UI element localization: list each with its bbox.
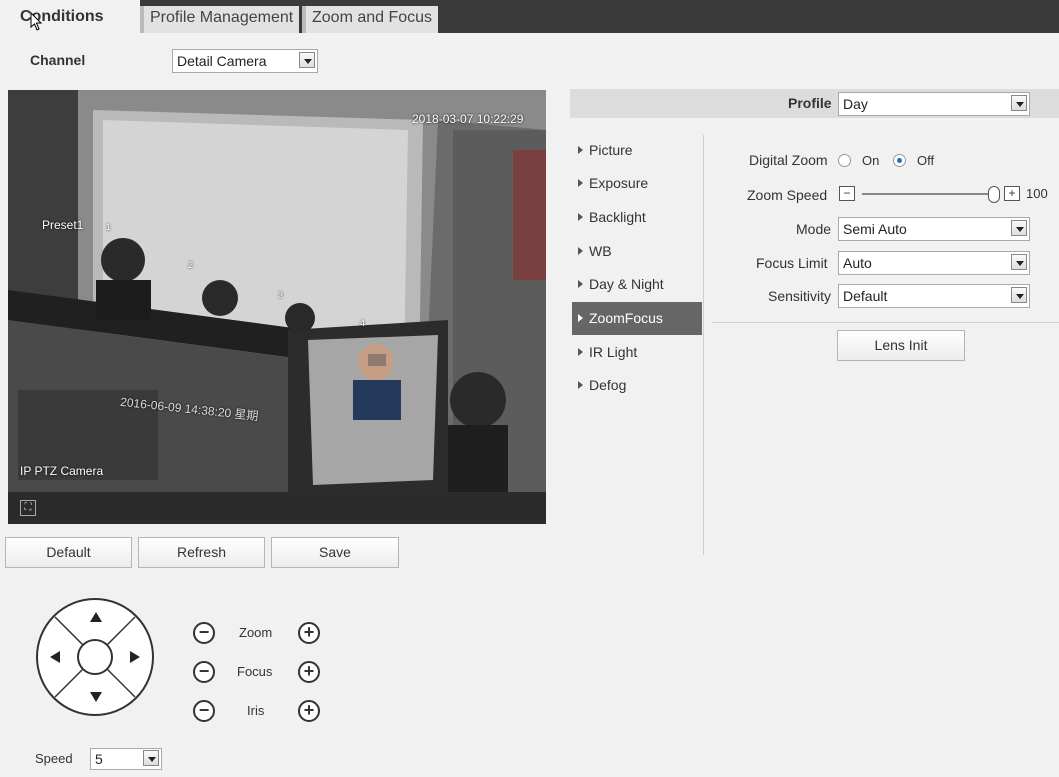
zoom-out-button[interactable]: − [193, 622, 215, 644]
video-marker: 1 [106, 222, 112, 232]
pan-down-icon[interactable] [90, 692, 102, 702]
chevron-down-icon [1011, 254, 1027, 270]
menu-item-label: IR Light [589, 344, 638, 360]
menu-item-day-night[interactable]: Day & Night [572, 268, 702, 301]
focus-plus-button[interactable]: + [298, 661, 320, 683]
lens-init-button[interactable]: Lens Init [837, 330, 965, 361]
refresh-button[interactable]: Refresh [138, 537, 265, 568]
save-button[interactable]: Save [271, 537, 399, 568]
menu-item-wb[interactable]: WB [572, 235, 702, 268]
digital-zoom-off-radio[interactable] [893, 154, 906, 167]
caret-right-icon [578, 348, 583, 356]
video-timestamp: 2018-03-07 10:22:29 [412, 112, 524, 126]
chevron-down-icon [143, 750, 159, 766]
video-marker: 3 [278, 290, 284, 300]
tab-bar: Conditions Profile Management Zoom and F… [0, 0, 1059, 33]
zoom-speed-slider-handle[interactable] [988, 186, 1000, 203]
sensitivity-select-value: Default [843, 288, 888, 304]
sensitivity-select[interactable]: Default [838, 284, 1030, 308]
profile-select-value: Day [843, 96, 868, 112]
channel-select-value: Detail Camera [177, 53, 267, 69]
video-frame-graphic [8, 90, 546, 492]
digital-zoom-on-label: On [862, 153, 880, 168]
focus-label: Focus [237, 664, 273, 679]
caret-right-icon [578, 247, 583, 255]
chevron-down-icon [299, 52, 315, 68]
zoom-speed-decrease-button[interactable]: − [839, 186, 855, 201]
pan-up-icon[interactable] [90, 612, 102, 622]
profile-label: Profile [788, 95, 832, 111]
digital-zoom-off-label: Off [917, 153, 935, 168]
pan-right-icon[interactable] [130, 651, 140, 663]
profile-select[interactable]: Day [838, 92, 1030, 116]
digital-zoom-label: Digital Zoom [749, 152, 828, 168]
menu-item-label: ZoomFocus [589, 310, 663, 326]
focus-limit-select-value: Auto [843, 255, 872, 271]
preset-label: Preset1 [42, 218, 84, 232]
menu-item-label: Day & Night [589, 276, 664, 292]
chevron-down-icon [1011, 95, 1027, 111]
caret-right-icon [578, 381, 583, 389]
tab-profile-management[interactable]: Profile Management [140, 6, 300, 33]
mode-select-value: Semi Auto [843, 221, 907, 237]
menu-item-defog[interactable]: Defog [572, 369, 702, 402]
iris-minus-button[interactable]: − [193, 700, 215, 722]
menu-item-label: Defog [589, 377, 627, 393]
speed-label: Speed [35, 751, 73, 766]
channel-label: Channel [30, 52, 86, 68]
tab-conditions[interactable]: Conditions [8, 0, 116, 33]
video-marker: 2 [188, 260, 194, 270]
caret-right-icon [578, 146, 583, 154]
iris-plus-button[interactable]: + [298, 700, 320, 722]
default-button[interactable]: Default [5, 537, 132, 568]
digital-zoom-on-radio[interactable] [838, 154, 851, 167]
menu-item-exposure[interactable]: Exposure [572, 167, 702, 200]
zoom-in-button[interactable]: + [298, 622, 320, 644]
iris-label: Iris [247, 703, 265, 718]
menu-item-picture[interactable]: Picture [572, 134, 702, 167]
menu-item-label: WB [589, 243, 612, 259]
zoom-label: Zoom [239, 625, 273, 640]
menu-item-label: Exposure [589, 175, 649, 191]
focus-limit-select[interactable]: Auto [838, 251, 1030, 275]
sensitivity-label: Sensitivity [768, 288, 832, 304]
settings-divider [712, 322, 1059, 323]
caret-right-icon [578, 280, 583, 288]
focus-limit-label: Focus Limit [756, 255, 828, 271]
mode-label: Mode [796, 221, 832, 237]
focus-minus-button[interactable]: − [193, 661, 215, 683]
menu-item-ir-light[interactable]: IR Light [572, 336, 702, 369]
video-marker: 4 [360, 318, 366, 328]
chevron-down-icon [1011, 287, 1027, 303]
speed-select-value: 5 [95, 751, 103, 767]
menu-item-zoomfocus[interactable]: ZoomFocus [572, 302, 702, 335]
caret-right-icon [578, 213, 583, 221]
caret-right-icon [578, 314, 583, 322]
fullscreen-icon[interactable]: ⛶ [20, 500, 36, 516]
chevron-down-icon [1011, 220, 1027, 236]
channel-select[interactable]: Detail Camera [172, 49, 318, 73]
caret-right-icon [578, 179, 583, 187]
pan-left-icon[interactable] [50, 651, 60, 663]
tab-zoom-and-focus[interactable]: Zoom and Focus [302, 6, 439, 33]
menu-item-label: Backlight [589, 209, 646, 225]
video-toolbar: ⛶ [8, 492, 546, 524]
zoom-speed-value: 100 [1026, 186, 1048, 201]
menu-divider [703, 135, 704, 555]
camera-name-label: IP PTZ Camera [20, 464, 104, 478]
menu-item-backlight[interactable]: Backlight [572, 201, 702, 234]
zoom-speed-slider-track[interactable] [862, 193, 988, 195]
menu-item-label: Picture [589, 142, 633, 158]
zoom-speed-increase-button[interactable]: + [1004, 186, 1020, 201]
live-video[interactable]: 2018-03-07 10:22:29 Preset1 1 2 3 4 2016… [8, 90, 546, 492]
mode-select[interactable]: Semi Auto [838, 217, 1030, 241]
ptz-direction-pad [36, 598, 154, 716]
ptz-center-button[interactable] [77, 639, 113, 675]
speed-select[interactable]: 5 [90, 748, 162, 770]
mouse-cursor-icon [30, 12, 43, 31]
zoom-speed-label: Zoom Speed [747, 187, 828, 203]
